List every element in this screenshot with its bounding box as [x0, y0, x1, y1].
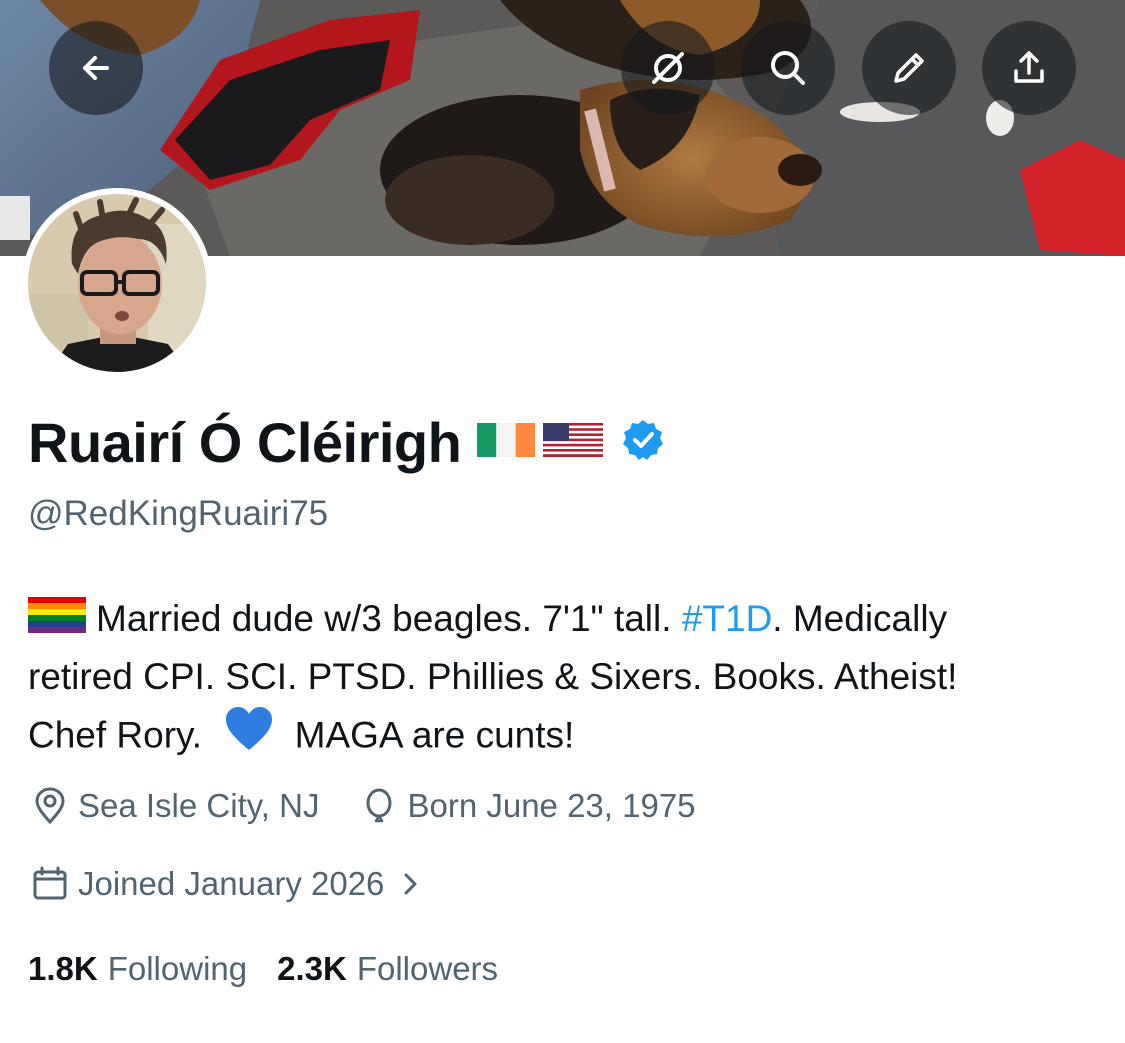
name-row: Ruairí Ó Cléirigh [28, 408, 665, 476]
profile-meta-row-2[interactable]: Joined January 2026 [30, 864, 434, 904]
back-button[interactable] [49, 21, 143, 115]
profile-bio: Married dude w/3 beagles. 7'1" tall. #T1… [28, 590, 1108, 764]
location-text: Sea Isle City, NJ [78, 787, 320, 824]
avatar[interactable] [28, 194, 206, 372]
flag-ireland-icon [477, 421, 536, 464]
followers-label: Followers [356, 950, 499, 987]
following-link[interactable]: 1.8K Following [28, 950, 247, 988]
share-icon [1014, 51, 1044, 83]
following-label: Following [107, 950, 248, 987]
bio-text-1b: . Medically [772, 598, 948, 639]
avatar-border [22, 188, 212, 378]
birthday-text: Born June 23, 1975 [407, 787, 696, 824]
following-count: 1.8K [28, 950, 98, 987]
chevron-right-icon [404, 873, 417, 895]
followers-count: 2.3K [277, 950, 347, 987]
bio-text-3a: Chef Rory. [28, 714, 203, 756]
grok-button[interactable] [621, 21, 715, 115]
joined-text: Joined January 2026 [78, 865, 385, 902]
flag-united-states-icon [543, 421, 604, 464]
bio-line-2: retired CPI. SCI. PTSD. Phillies & Sixer… [28, 656, 958, 697]
display-name: Ruairí Ó Cléirigh [28, 410, 462, 474]
follow-stats: 1.8K Following 2.3K Followers [28, 950, 498, 988]
location-pin-icon [35, 787, 65, 825]
bio-text-3b: MAGA are cunts! [294, 714, 575, 756]
edit-button[interactable] [862, 21, 956, 115]
birthday-item: Born June 23, 1975 [359, 786, 696, 826]
search-button[interactable] [741, 21, 835, 115]
profile-screen: Ruairí Ó Cléirigh @RedKingRuairi75 Marri… [0, 0, 1125, 1043]
profile-handle: @RedKingRuairi75 [28, 494, 329, 533]
share-button[interactable] [982, 21, 1076, 115]
balloon-icon [366, 788, 392, 823]
joined-item[interactable]: Joined January 2026 [30, 864, 434, 904]
location-item: Sea Isle City, NJ [30, 786, 319, 826]
followers-link[interactable]: 2.3K Followers [277, 950, 498, 988]
hashtag-link[interactable]: #T1D [682, 598, 772, 639]
avatar-image [28, 194, 206, 372]
bio-line-1: Married dude w/3 beagles. 7'1" tall. #T1… [28, 590, 1108, 648]
blue-heart-icon [224, 706, 274, 769]
search-icon [771, 51, 805, 85]
bio-text-1a: Married dude w/3 beagles. 7'1" tall. [96, 598, 682, 639]
rainbow-flag-icon [28, 592, 86, 650]
grok-icon [652, 52, 684, 84]
pencil-icon [894, 53, 924, 83]
profile-meta-row-1: Sea Isle City, NJ Born June 23, 1975 [30, 786, 696, 826]
bio-line-3: Chef Rory. MAGA are cunts! [28, 706, 1108, 764]
verified-badge-icon[interactable] [621, 418, 665, 467]
arrow-left-icon [83, 56, 109, 80]
calendar-icon [33, 866, 67, 900]
